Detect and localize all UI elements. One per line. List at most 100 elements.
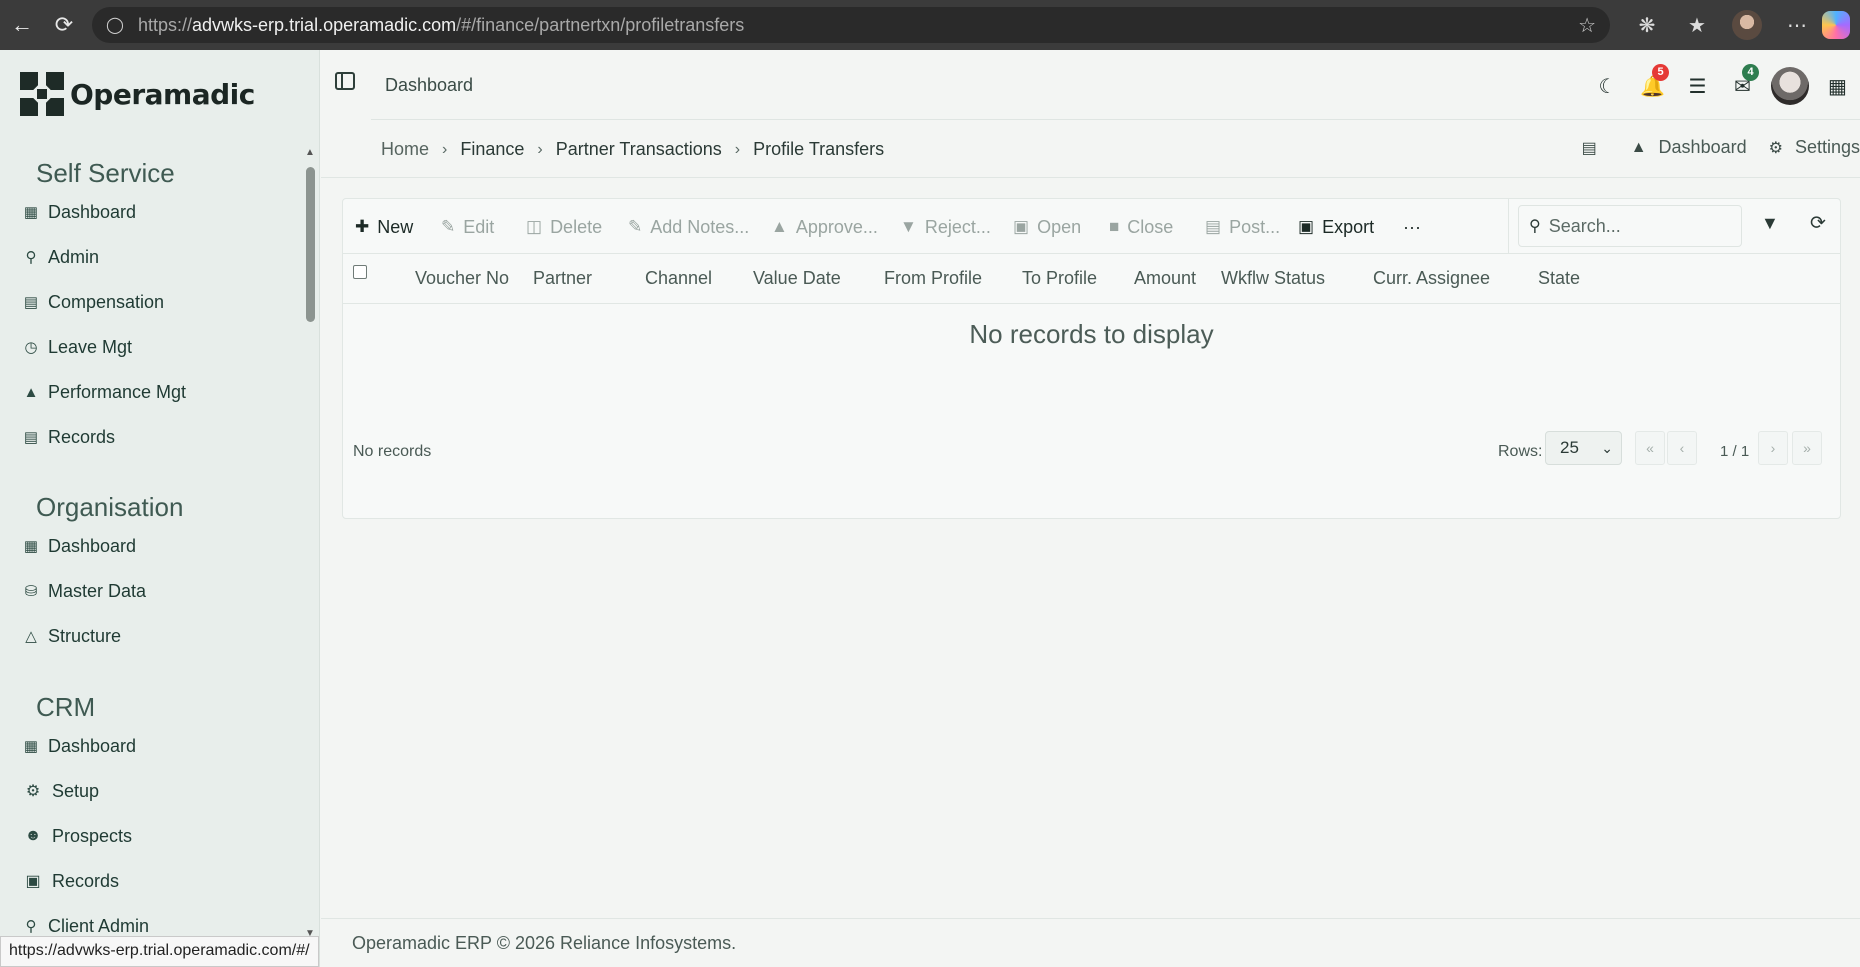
post-icon: ▤ [1205,217,1222,236]
sidebar-item-structure[interactable]: △ Structure [22,621,121,651]
open-button[interactable]: ▣ Open [1013,213,1081,241]
gear-icon: ⚙ [1768,139,1783,157]
post-button[interactable]: ▤ Post... [1205,213,1280,241]
column-value-date[interactable]: Value Date [753,268,841,289]
brand-logo[interactable]: Operamadic [20,72,255,116]
rows-per-page-select[interactable]: 25 ⌄ [1545,431,1622,465]
last-page-button[interactable]: » [1792,431,1822,465]
sidebar-item-prospects[interactable]: ☻ Prospects [22,821,132,851]
tasks-icon[interactable]: ☰ [1675,74,1720,99]
dark-mode-icon[interactable]: ☾ [1585,74,1630,99]
chevron-right-icon: › [442,140,448,158]
sidebar-item-self-service-records[interactable]: ▤ Records [22,422,115,452]
back-icon[interactable]: ← [2,5,42,45]
reload-icon[interactable]: ⟳ [44,5,84,45]
column-to-profile[interactable]: To Profile [1022,268,1097,289]
address-bar[interactable]: ◯ https://advwks-erp.trial.operamadic.co… [92,7,1610,43]
breadcrumb-finance[interactable]: Finance [460,139,524,160]
column-partner[interactable]: Partner [533,268,592,289]
column-curr-assignee[interactable]: Curr. Assignee [1373,268,1490,289]
close-label: Close [1127,216,1174,237]
export-button[interactable]: ▣ Export [1298,213,1374,241]
reject-button[interactable]: ▼ Reject... [900,213,991,241]
file-export-icon: ▣ [1298,217,1315,236]
avatar[interactable] [1771,67,1809,105]
browser-profile-avatar[interactable] [1732,10,1762,40]
bookmark-star-icon[interactable]: ☆ [1578,13,1596,38]
add-notes-label: Add Notes... [650,216,750,237]
close-button[interactable]: ■ Close [1109,213,1173,241]
reject-label: Reject... [924,216,991,237]
chevron-right-icon: › [537,140,543,158]
edit-label: Edit [463,216,495,237]
search-input[interactable] [1548,215,1729,237]
apps-grid-icon[interactable]: ▦ [1815,74,1860,99]
edit-icon: ✎ [441,217,456,236]
scroll-up-icon[interactable]: ▲ [305,147,315,158]
sidebar-item-label: Performance Mgt [48,381,187,402]
sidebar-item-compensation[interactable]: ▤ Compensation [22,287,164,317]
chart-area-icon: ▲ [1630,138,1647,156]
more-actions-button[interactable]: ··· [1403,213,1421,241]
sidebar-scrollbar[interactable]: ▲ ▼ [304,145,316,939]
breadcrumb-home[interactable]: Home [381,139,429,160]
column-state[interactable]: State [1538,268,1580,289]
sidebar-item-self-service-dashboard[interactable]: ▦ Dashboard [22,197,136,227]
sidebar-toggle-icon[interactable] [335,72,355,90]
first-page-button[interactable]: « [1635,431,1665,465]
link-status-tooltip: https://advwks-erp.trial.operamadic.com/… [0,936,319,967]
chevron-down-icon: ⌄ [1601,440,1613,456]
sidebar-item-master-data[interactable]: ⛁ Master Data [22,576,146,606]
next-page-button[interactable]: › [1758,431,1788,465]
document-icon: ▤ [23,429,39,446]
messages-badge: 4 [1742,63,1759,81]
delete-button[interactable]: ◫ Delete [526,213,602,241]
new-button[interactable]: ✚ New [355,213,413,241]
sidebar-item-admin[interactable]: ⚲ Admin [22,242,100,272]
grid-toolbar: ✚ New ✎ Edit ◫ Delete ✎ Add Notes... ▲ Approv… [343,199,1840,254]
money-icon: ▤ [23,294,39,311]
thumbs-up-icon: ▲ [771,217,788,236]
user-plus-icon: ☻ [24,827,42,844]
settings-link[interactable]: Settings [1795,137,1860,158]
sidebar-item-label: Records [52,870,120,891]
sidebar-item-label: Setup [52,780,100,801]
column-amount[interactable]: Amount [1134,268,1196,289]
breadcrumb-partner-transactions[interactable]: Partner Transactions [556,139,722,160]
toolbar-divider [1508,199,1509,254]
select-all-checkbox[interactable] [353,265,367,279]
copilot-icon[interactable] [1822,11,1850,39]
sidebar-item-crm-records[interactable]: ▣ Records [22,866,119,896]
prev-page-button[interactable]: ‹ [1667,431,1697,465]
scroll-thumb[interactable] [306,167,315,322]
records-status: No records [353,443,432,460]
open-label: Open [1037,216,1082,237]
add-notes-button[interactable]: ✎ Add Notes... [628,213,749,241]
sidebar-item-crm-dashboard[interactable]: ▦ Dashboard [22,731,136,761]
column-wkflw-status[interactable]: Wkflw Status [1221,268,1325,289]
site-info-icon[interactable]: ◯ [106,15,128,35]
user-gear-icon: ⚲ [25,918,37,935]
approve-button[interactable]: ▲ Approve... [771,213,878,241]
favorites-icon[interactable]: ★ [1672,13,1722,38]
refresh-icon[interactable]: ⟳ [1810,212,1826,235]
breadcrumb: Home › Finance › Partner Transactions › … [381,139,884,160]
browser-menu-icon[interactable]: ⋯ [1772,13,1822,38]
sidebar-item-label: Records [48,426,116,447]
contact-card-icon: ▣ [25,873,41,890]
extensions-icon[interactable]: ❋ [1622,13,1672,38]
comment-icon[interactable]: ▤ [1582,138,1597,158]
sidebar-item-leave-mgt[interactable]: ◷ Leave Mgt [22,332,132,362]
filter-icon[interactable]: ▼ [1761,213,1779,234]
sidebar-item-organisation-dashboard[interactable]: ▦ Dashboard [22,531,136,561]
sidebar-item-setup[interactable]: ⚙ Setup [22,776,99,806]
dashboard-link[interactable]: Dashboard [1659,137,1747,158]
column-from-profile[interactable]: From Profile [884,268,982,289]
mail-icon[interactable]: ✉ 4 [1720,63,1765,99]
sidebar-item-performance-mgt[interactable]: ▲ Performance Mgt [22,377,187,407]
column-voucher-no[interactable]: Voucher No [415,268,509,289]
edit-button[interactable]: ✎ Edit [441,213,494,241]
new-label: New [377,216,414,237]
column-channel[interactable]: Channel [645,268,712,289]
notifications-bell-icon[interactable]: 🔔 5 [1630,63,1675,99]
